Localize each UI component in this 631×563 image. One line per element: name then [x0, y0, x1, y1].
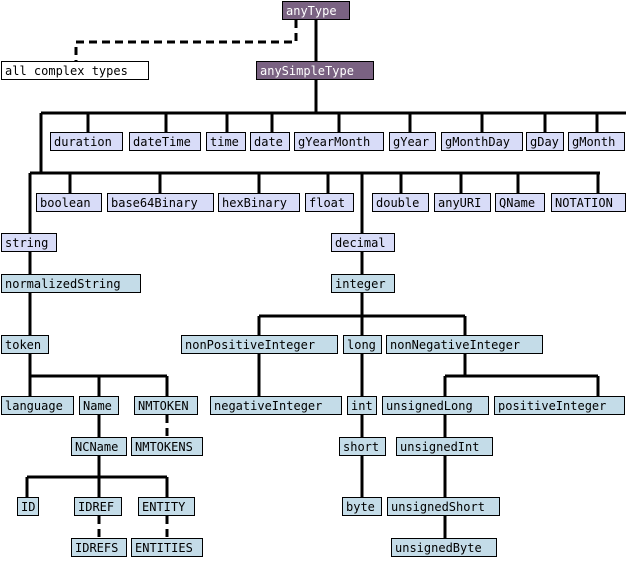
list-connector: [74, 20, 298, 61]
node-short: short: [339, 437, 386, 456]
node-idrefs: IDREFS: [71, 538, 127, 557]
node-boolean: boolean: [36, 193, 102, 212]
node-unsignedshort: unsignedShort: [387, 497, 500, 516]
node-idref: IDREF: [74, 497, 122, 516]
node-language: language: [1, 396, 74, 415]
datatype-hierarchy-diagram: anyType all complex types anySimpleType …: [0, 0, 631, 563]
node-gmonthday: gMonthDay: [441, 132, 523, 151]
node-unsignedint: unsignedInt: [396, 437, 493, 456]
node-double: double: [372, 193, 429, 212]
node-time: time: [206, 132, 246, 151]
node-unsignedlong: unsignedLong: [382, 396, 489, 415]
node-gyearmonth: gYearMonth: [294, 132, 384, 151]
node-entities: ENTITIES: [131, 538, 203, 557]
node-anysimpletype: anySimpleType: [256, 61, 374, 80]
node-positiveinteger: positiveInteger: [494, 396, 625, 415]
node-byte: byte: [342, 497, 382, 516]
node-anytype: anyType: [282, 1, 350, 20]
node-anyuri: anyURI: [434, 193, 491, 212]
node-id: ID: [17, 497, 39, 516]
node-nmtoken: NMTOKEN: [134, 396, 198, 415]
node-string: string: [1, 233, 57, 252]
node-nmtokens: NMTOKENS: [131, 437, 203, 456]
node-int: int: [347, 396, 377, 415]
node-date: date: [250, 132, 290, 151]
node-all-complex-types: all complex types: [1, 61, 149, 80]
node-entity: ENTITY: [138, 497, 195, 516]
node-gmonth: gMonth: [568, 132, 625, 151]
node-gday: gDay: [526, 132, 564, 151]
node-notation: NOTATION: [551, 193, 626, 212]
node-long: long: [343, 335, 382, 354]
node-gyear: gYear: [389, 132, 436, 151]
node-hexbinary: hexBinary: [218, 193, 300, 212]
node-name: Name: [79, 396, 119, 415]
node-decimal: decimal: [331, 233, 395, 252]
node-base64binary: base64Binary: [107, 193, 214, 212]
node-nonpositiveinteger: nonPositiveInteger: [181, 335, 338, 354]
node-normalizedstring: normalizedString: [1, 274, 141, 293]
node-negativeinteger: negativeInteger: [210, 396, 342, 415]
node-integer: integer: [331, 274, 395, 293]
node-datetime: dateTime: [129, 132, 201, 151]
node-token: token: [1, 335, 49, 354]
node-qname: QName: [495, 193, 545, 212]
node-duration: duration: [50, 132, 123, 151]
node-unsignedbyte: unsignedByte: [391, 538, 497, 557]
node-nonnegativeinteger: nonNegativeInteger: [386, 335, 543, 354]
node-float: float: [305, 193, 354, 212]
node-ncname: NCName: [71, 437, 127, 456]
